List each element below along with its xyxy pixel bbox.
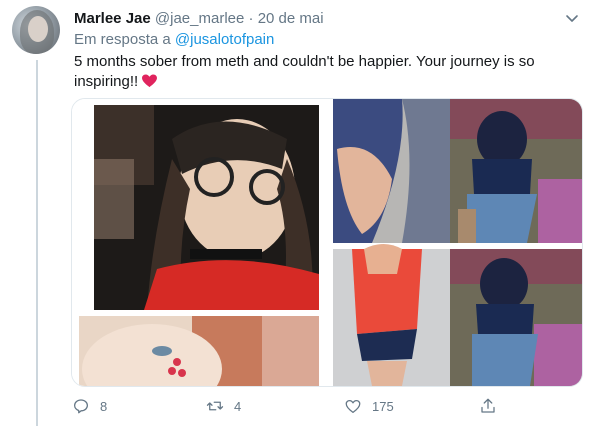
retweet-button[interactable]: 4 [206,397,241,415]
author-name[interactable]: Marlee Jae [74,10,151,27]
share-icon [481,398,495,413]
media-card[interactable] [71,98,583,387]
like-button[interactable]: 175 [344,397,394,415]
thread-line [36,60,38,426]
retweet-count: 4 [234,398,242,414]
like-count: 175 [372,398,394,414]
tweet-header: Marlee Jae @jae_marlee · 20 de mai [74,9,324,28]
tweet-actions: 8 4 175 [72,397,572,417]
reply-prefix: Em resposta a [74,31,171,48]
reply-icon [73,399,89,414]
author-handle[interactable]: @jae_marlee [155,10,244,27]
chevron-down-icon[interactable] [565,12,579,26]
avatar-face [28,16,48,42]
mirror-selfie-blue-top-2[interactable] [450,249,582,386]
red-heart-icon [142,74,158,88]
avatar[interactable] [12,6,60,54]
reply-count: 8 [100,398,108,414]
torso-mirror-photo[interactable] [333,99,450,243]
photo-collage[interactable] [72,99,582,386]
close-up-face-photo[interactable] [79,316,319,386]
reply-context: Em resposta a @jusalotofpain [74,31,274,48]
tweet-date[interactable]: 20 de mai [258,10,324,27]
selfie-red-shirt-photo[interactable] [94,105,319,310]
separator-dot: · [248,10,254,27]
red-shirt-mirror-photo[interactable] [333,244,450,386]
retweet-icon [206,401,224,411]
reply-button[interactable]: 8 [72,397,107,415]
heart-outline-icon [345,399,361,414]
mirror-selfie-blue-top-1[interactable] [450,99,582,243]
reply-to-link[interactable]: @jusalotofpain [175,31,274,48]
share-button[interactable] [479,397,497,415]
tweet-text: 5 months sober from meth and couldn't be… [74,52,574,92]
